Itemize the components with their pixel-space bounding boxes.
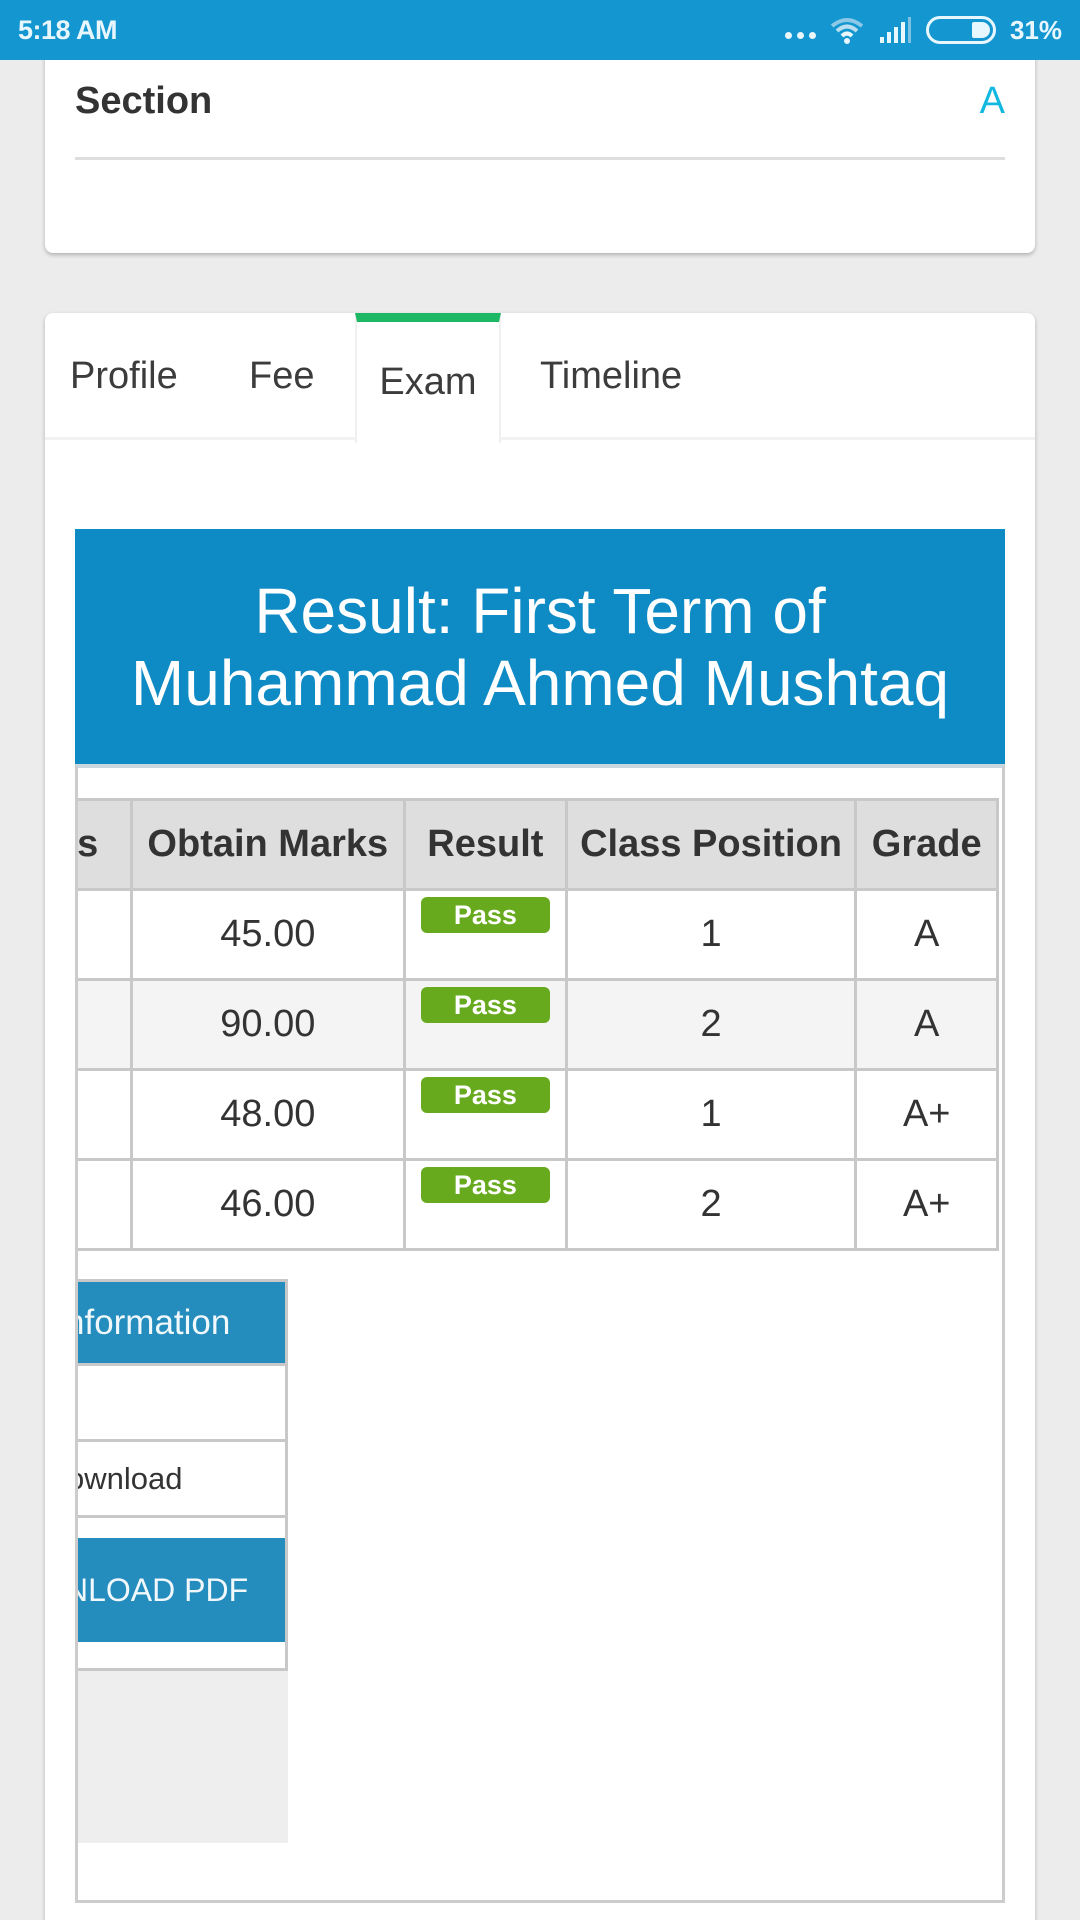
section-label: Section — [75, 80, 213, 122]
marks-cell — [78, 888, 133, 981]
information-empty-row — [78, 1366, 285, 1442]
tab-exam[interactable]: Exam — [355, 313, 501, 443]
pass-badge: Pass — [420, 1077, 550, 1113]
grade-cell: A — [854, 888, 999, 981]
class-position-cell: 2 — [564, 1158, 858, 1251]
download-pdf-button[interactable]: NLOAD PDF — [78, 1538, 285, 1642]
grade-cell: A — [854, 978, 999, 1071]
result-title: Result: First Term of Muhammad Ahmed Mus… — [75, 529, 1005, 764]
class-position-cell: 2 — [564, 978, 858, 1071]
result-frame[interactable]: ks Obtain Marks Result Class Position Gr… — [75, 764, 1005, 1903]
signal-icon — [879, 17, 911, 43]
marks-cell — [78, 1158, 133, 1251]
tab-bar: Profile Fee Exam Timeline — [45, 313, 1035, 443]
obtain-marks-cell: 46.00 — [129, 1158, 407, 1251]
column-header-grade: Grade — [854, 798, 999, 891]
result-cell: Pass — [403, 888, 568, 981]
obtain-marks-cell: 90.00 — [129, 978, 407, 1071]
battery-icon — [925, 16, 996, 44]
section-card: Section A — [45, 40, 1035, 253]
tab-profile[interactable]: Profile — [70, 313, 178, 440]
status-time: 5:18 AM — [18, 14, 118, 45]
information-panel: nformation ownload NLOAD PDF — [78, 1279, 288, 1843]
table-row: 90.00 Pass 2 A — [78, 978, 999, 1071]
result-cell: Pass — [403, 978, 568, 1071]
wifi-icon — [830, 18, 864, 44]
table-row: 45.00 Pass 1 A — [78, 888, 999, 981]
marks-cell — [78, 978, 133, 1071]
status-bar: 5:18 AM 31% — [0, 0, 1080, 60]
grade-cell: A+ — [854, 1158, 999, 1251]
class-position-cell: 1 — [564, 1068, 858, 1161]
pass-badge: Pass — [420, 897, 550, 933]
table-row: 46.00 Pass 2 A+ — [78, 1158, 999, 1251]
column-header-result: Result — [403, 798, 568, 891]
pdf-button-wrap: NLOAD PDF — [78, 1518, 285, 1668]
marks-cell — [78, 1068, 133, 1161]
result-cell: Pass — [403, 1068, 568, 1161]
table-row: 48.00 Pass 1 A+ — [78, 1068, 999, 1161]
download-label: ownload — [78, 1442, 285, 1518]
information-box: nformation ownload NLOAD PDF — [78, 1279, 288, 1671]
battery-percent: 31% — [1009, 14, 1062, 45]
pass-badge: Pass — [420, 987, 550, 1023]
class-position-cell: 1 — [564, 888, 858, 981]
obtain-marks-cell: 48.00 — [129, 1068, 407, 1161]
grade-cell: A+ — [854, 1068, 999, 1161]
section-value: A — [979, 80, 1005, 122]
information-panel-footer — [78, 1671, 288, 1843]
column-header-obtain-marks: Obtain Marks — [129, 798, 407, 891]
information-header: nformation — [78, 1282, 285, 1366]
status-icons: 31% — [784, 14, 1062, 46]
table-header-row: ks Obtain Marks Result Class Position Gr… — [78, 798, 999, 891]
obtain-marks-cell: 45.00 — [129, 888, 407, 981]
column-header-marks: ks — [78, 798, 133, 891]
tab-timeline[interactable]: Timeline — [540, 313, 682, 440]
pass-badge: Pass — [420, 1167, 550, 1203]
result-cell: Pass — [403, 1158, 568, 1251]
student-detail-card: Profile Fee Exam Timeline Result: First … — [45, 313, 1035, 1920]
results-table: ks Obtain Marks Result Class Position Gr… — [78, 798, 999, 1251]
tab-fee[interactable]: Fee — [249, 313, 314, 440]
column-header-class-position: Class Position — [564, 798, 858, 891]
more-dots-icon — [784, 31, 816, 39]
